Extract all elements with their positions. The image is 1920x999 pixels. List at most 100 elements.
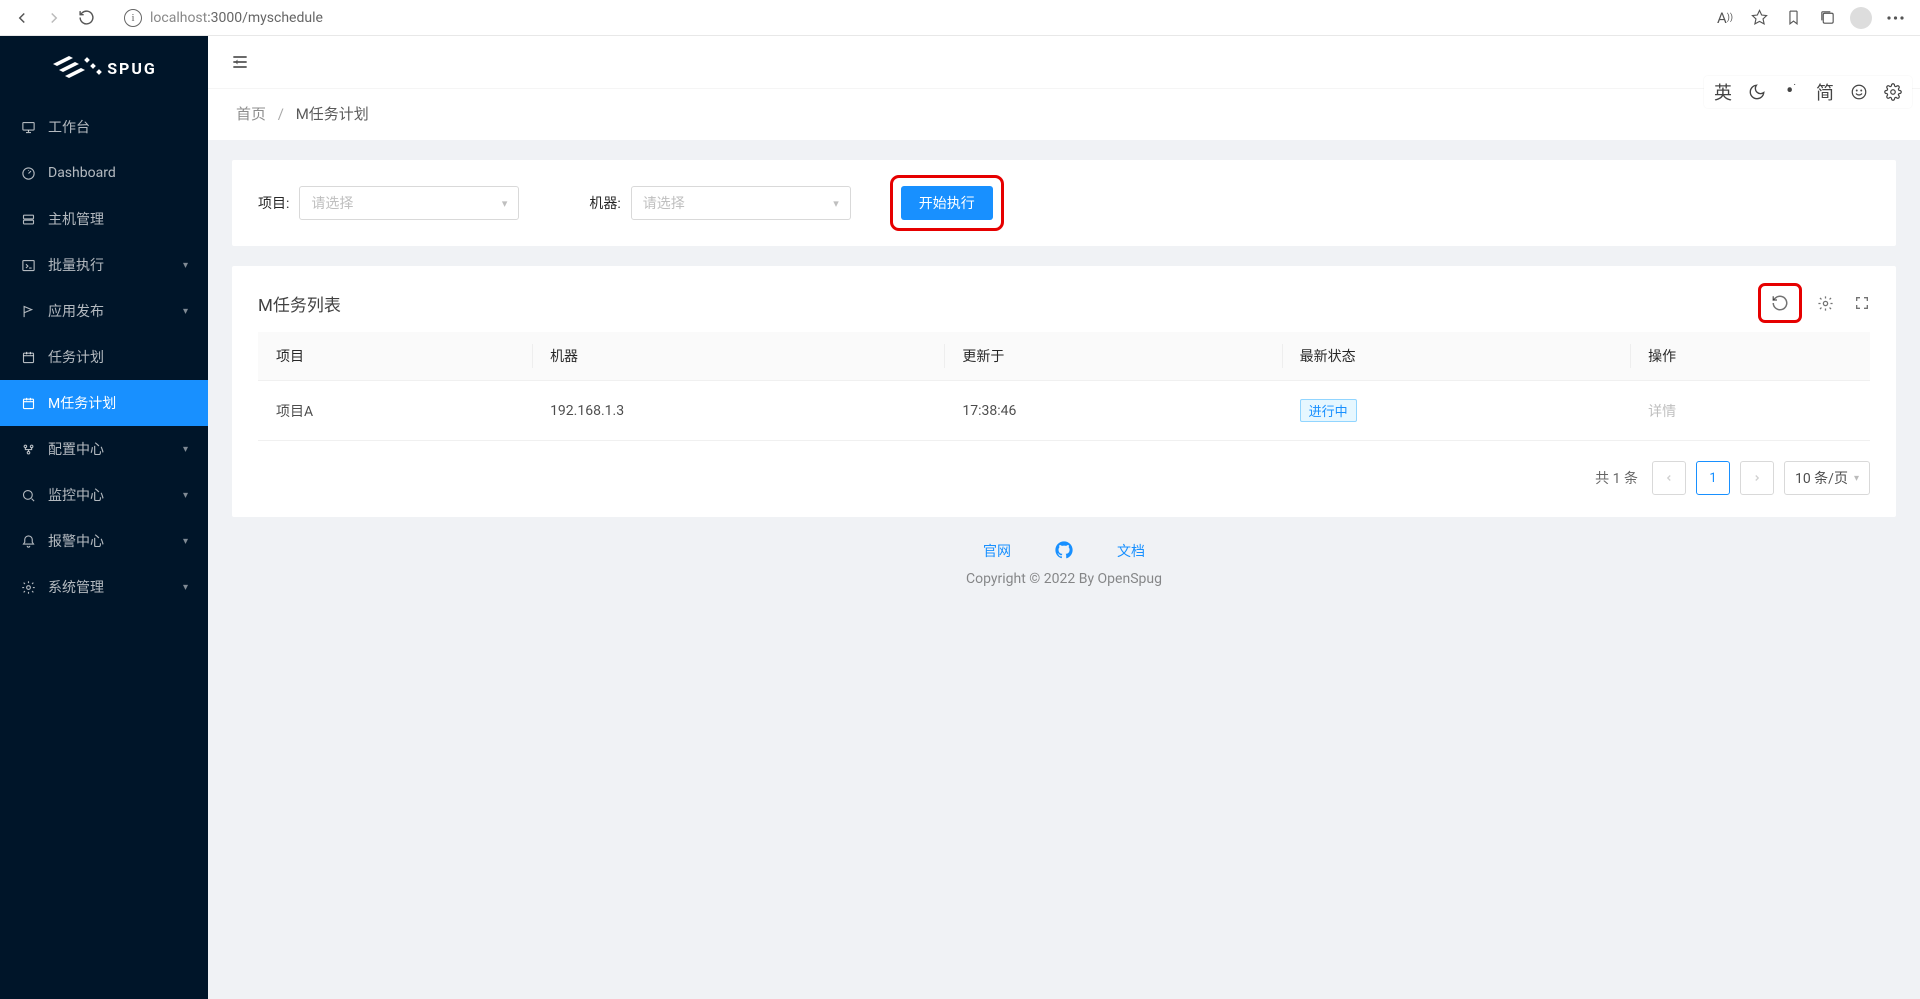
- sidebar-item-myschedule[interactable]: M任务计划: [0, 380, 208, 426]
- sidebar-item-alarm[interactable]: 报警中心 ▾: [0, 518, 208, 564]
- reload-button[interactable]: [72, 4, 100, 32]
- sidebar-item-config[interactable]: 配置中心 ▾: [0, 426, 208, 472]
- sidebar: SPUG 工作台 Dashboard 主机管理 批量执行 ▾ 应用发: [0, 36, 208, 999]
- sidebar-item-label: 批量执行: [48, 255, 104, 275]
- back-button[interactable]: [8, 4, 36, 32]
- project-label: 项目:: [258, 193, 289, 213]
- machine-label: 机器:: [589, 193, 620, 213]
- sidebar-item-label: 监控中心: [48, 485, 104, 505]
- card-title: M任务列表: [258, 291, 341, 316]
- collections-icon[interactable]: [1812, 4, 1842, 32]
- favorite-icon[interactable]: [1744, 4, 1774, 32]
- dashboard-icon: [20, 166, 36, 181]
- info-icon: i: [124, 9, 142, 27]
- sidebar-item-label: 配置中心: [48, 439, 104, 459]
- col-status: 最新状态: [1282, 332, 1631, 381]
- chevron-down-icon: ▾: [183, 444, 188, 455]
- ime-simp-icon[interactable]: 简: [1810, 78, 1840, 106]
- machine-select[interactable]: 请选择 ▾: [631, 186, 851, 220]
- profile-avatar[interactable]: [1846, 4, 1876, 32]
- next-page-button[interactable]: [1740, 461, 1774, 495]
- breadcrumb-home[interactable]: 首页: [236, 105, 266, 123]
- footer-link-docs[interactable]: 文档: [1117, 541, 1145, 561]
- machine-placeholder: 请选择: [643, 193, 685, 213]
- more-icon[interactable]: [1880, 4, 1910, 32]
- cell-status: 进行中: [1282, 381, 1631, 441]
- detail-link[interactable]: 详情: [1648, 404, 1676, 420]
- page-size-select[interactable]: 10 条/页 ▾: [1784, 461, 1870, 495]
- filter-card: 项目: 请选择 ▾ 机器: 请选择 ▾: [232, 160, 1896, 246]
- sidebar-item-dashboard[interactable]: Dashboard: [0, 150, 208, 196]
- monitor-icon: [20, 488, 36, 503]
- sidebar-item-label: Dashboard: [48, 165, 116, 181]
- start-run-button[interactable]: 开始执行: [901, 186, 993, 220]
- read-aloud-icon[interactable]: A)): [1710, 4, 1740, 32]
- chevron-down-icon: ▾: [183, 582, 188, 593]
- prev-page-button[interactable]: [1652, 461, 1686, 495]
- chevron-down-icon: ▾: [833, 197, 839, 210]
- page-1-button[interactable]: 1: [1696, 461, 1730, 495]
- sidebar-item-label: 工作台: [48, 117, 90, 137]
- sidebar-item-deploy[interactable]: 应用发布 ▾: [0, 288, 208, 334]
- sidebar-item-label: 报警中心: [48, 531, 104, 551]
- sidebar-item-label: 系统管理: [48, 577, 104, 597]
- page-footer: 官网 文档 Copyright © 2022 By OpenSpug: [232, 517, 1896, 599]
- sidebar-item-label: 任务计划: [48, 347, 104, 367]
- sidebar-menu: 工作台 Dashboard 主机管理 批量执行 ▾ 应用发布 ▾: [0, 100, 208, 614]
- col-project: 项目: [258, 332, 532, 381]
- sidebar-item-batch-exec[interactable]: 批量执行 ▾: [0, 242, 208, 288]
- col-machine: 机器: [532, 332, 944, 381]
- ext-settings-icon[interactable]: [1878, 78, 1908, 106]
- chevron-down-icon: ▾: [183, 260, 188, 271]
- sidebar-item-schedule[interactable]: 任务计划: [0, 334, 208, 380]
- refresh-icon[interactable]: [1771, 294, 1789, 312]
- sidebar-item-hosts[interactable]: 主机管理: [0, 196, 208, 242]
- task-list-card: M任务列表: [232, 266, 1896, 517]
- cell-action: 详情: [1630, 381, 1870, 441]
- cell-machine: 192.168.1.3: [532, 381, 944, 441]
- github-icon[interactable]: [1055, 541, 1073, 561]
- col-actions: 操作: [1630, 332, 1870, 381]
- chevron-down-icon: ▾: [1854, 473, 1859, 484]
- favorites-bar-icon[interactable]: [1778, 4, 1808, 32]
- browser-toolbar: i localhost:3000/myschedule A)): [0, 0, 1920, 36]
- setting-icon: [20, 580, 36, 595]
- schedule-icon: [20, 396, 36, 411]
- fullscreen-icon[interactable]: [1854, 295, 1870, 311]
- sidebar-item-monitor[interactable]: 监控中心 ▾: [0, 472, 208, 518]
- cell-updated: 17:38:46: [944, 381, 1281, 441]
- chevron-down-icon: ▾: [183, 490, 188, 501]
- col-updated: 更新于: [944, 332, 1281, 381]
- sidebar-item-workspace[interactable]: 工作台: [0, 104, 208, 150]
- smile-icon[interactable]: [1844, 78, 1874, 106]
- task-table: 项目 机器 更新于 最新状态 操作 项目A 192.168.1.3 17:38:…: [258, 332, 1870, 441]
- dot-icon[interactable]: •·: [1776, 78, 1806, 106]
- ime-lang-icon[interactable]: 英: [1708, 78, 1738, 106]
- table-settings-icon[interactable]: [1817, 295, 1834, 312]
- project-select[interactable]: 请选择 ▾: [299, 186, 519, 220]
- code-icon: [20, 258, 36, 273]
- moon-icon[interactable]: [1742, 78, 1772, 106]
- project-placeholder: 请选择: [311, 193, 353, 213]
- chevron-down-icon: ▾: [183, 536, 188, 547]
- extension-bar: 英 •· 简: [1704, 76, 1912, 108]
- sidebar-item-system[interactable]: 系统管理 ▾: [0, 564, 208, 610]
- brand-logo[interactable]: SPUG: [0, 36, 208, 100]
- footer-link-site[interactable]: 官网: [983, 541, 1011, 561]
- project-field: 项目: 请选择 ▾: [258, 186, 519, 220]
- address-bar[interactable]: i localhost:3000/myschedule: [114, 4, 1700, 32]
- breadcrumb: 首页 / M任务计划: [208, 88, 1920, 140]
- chevron-down-icon: ▾: [502, 197, 508, 210]
- breadcrumb-current: M任务计划: [296, 105, 369, 123]
- sidebar-item-label: M任务计划: [48, 393, 116, 413]
- forward-button[interactable]: [40, 4, 68, 32]
- chevron-down-icon: ▾: [183, 306, 188, 317]
- menu-fold-icon[interactable]: [230, 52, 250, 72]
- copyright-text: Copyright © 2022 By OpenSpug: [232, 571, 1896, 587]
- status-badge: 进行中: [1300, 399, 1357, 422]
- alert-icon: [20, 534, 36, 549]
- deploy-icon: [20, 442, 36, 457]
- flag-icon: [20, 304, 36, 319]
- main-content: 首页 / M任务计划 项目: 请选择 ▾ 机器:: [208, 36, 1920, 999]
- table-row: 项目A 192.168.1.3 17:38:46 进行中 详情: [258, 381, 1870, 441]
